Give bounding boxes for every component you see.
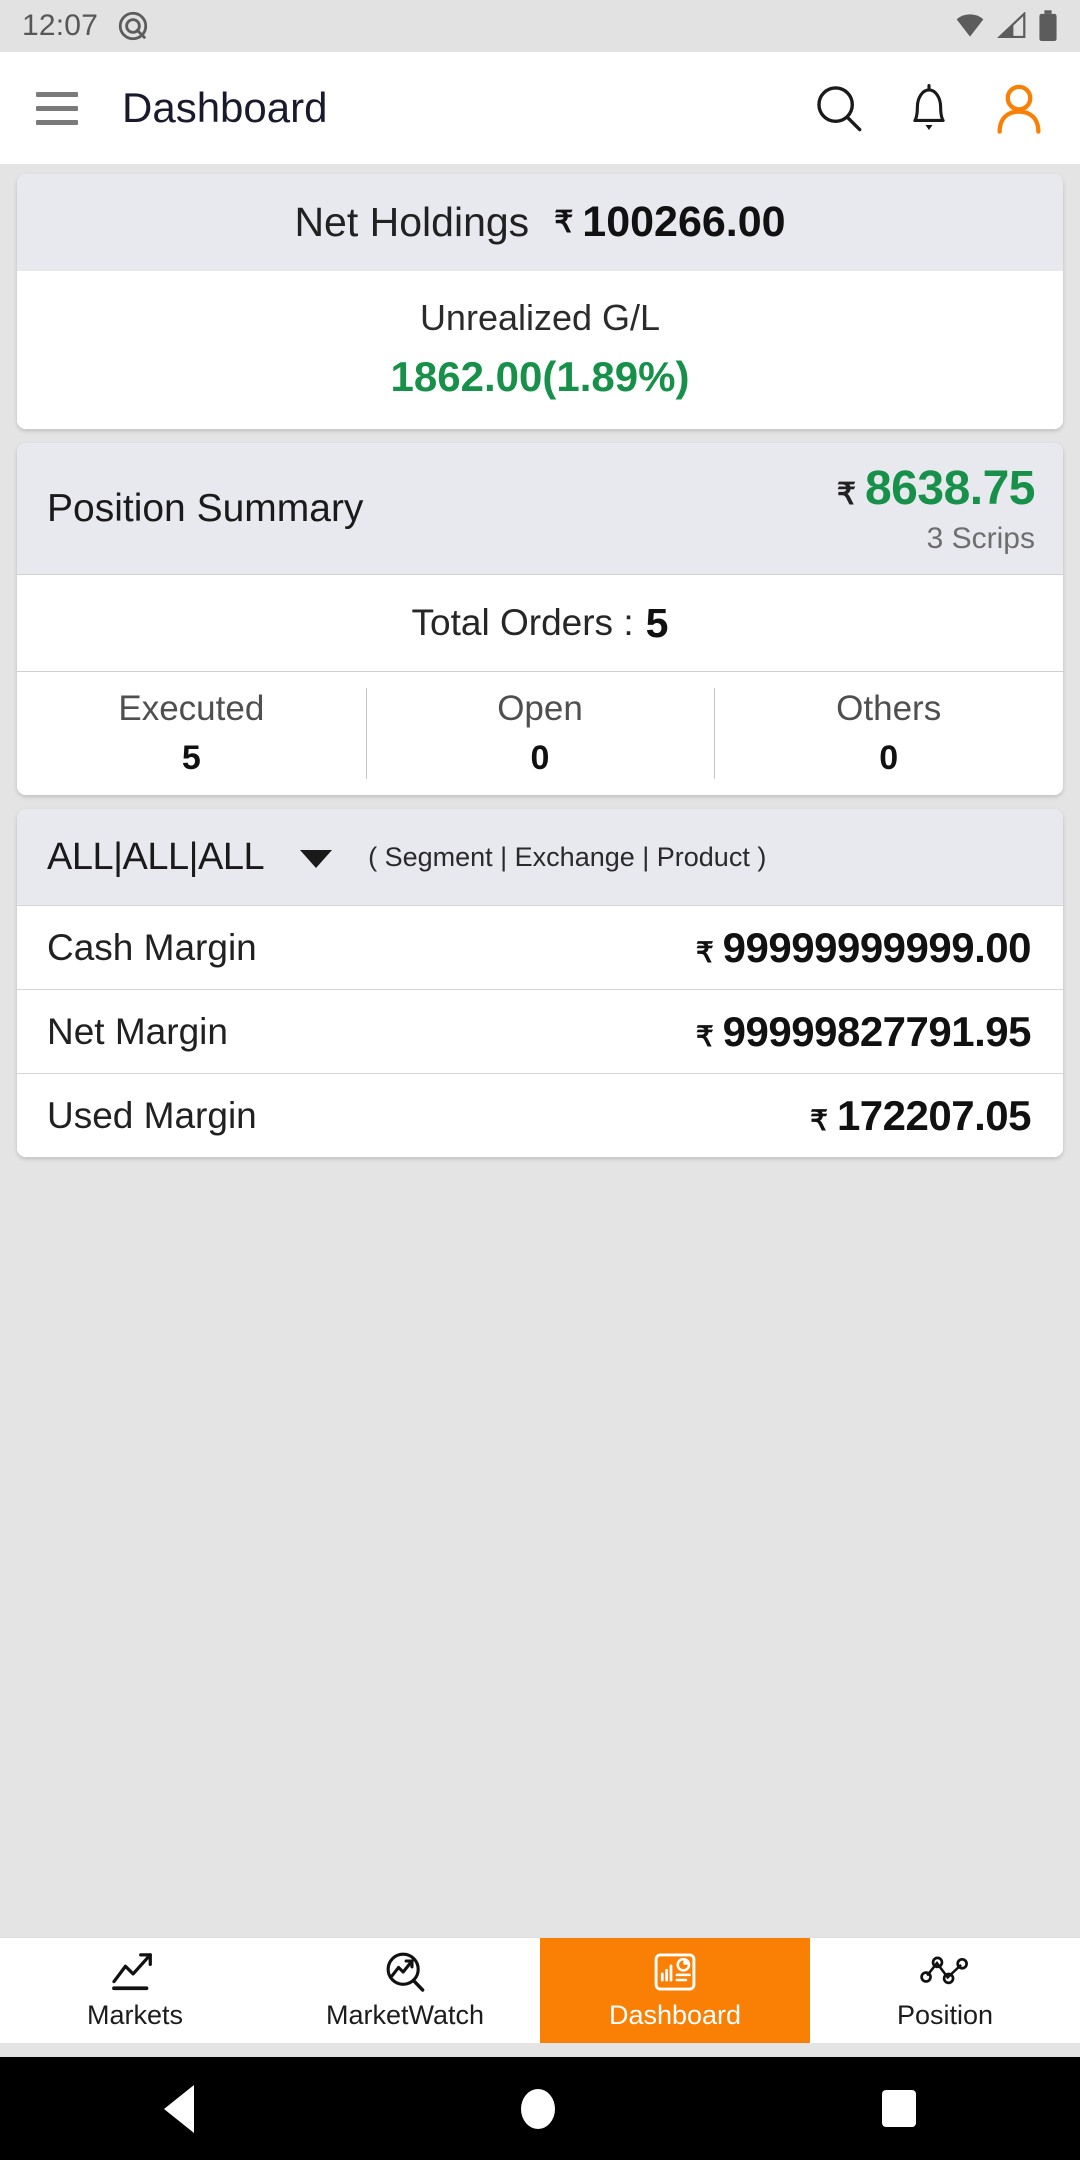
position-summary-title: Position Summary bbox=[47, 486, 364, 530]
trending-up-chart-icon bbox=[110, 1951, 160, 1993]
used-margin-label: Used Margin bbox=[47, 1094, 257, 1136]
bottom-navigation-bar: Markets MarketWatch Dashboard Position bbox=[0, 1937, 1080, 2043]
margin-filter-value: ALL|ALL|ALL bbox=[47, 835, 265, 878]
margin-filter-hint: ( Segment | Exchange | Product ) bbox=[368, 841, 767, 872]
nav-label-markets: Markets bbox=[86, 1999, 184, 2030]
orders-others-label: Others bbox=[836, 689, 942, 728]
position-summary-header[interactable]: Position Summary ₹ 8638.75 3 Scrips bbox=[17, 443, 1063, 574]
orders-open-value: 0 bbox=[530, 739, 550, 777]
nav-item-position[interactable]: Position bbox=[810, 1938, 1080, 2043]
orders-open-label: Open bbox=[497, 689, 583, 728]
margin-row-used: Used Margin ₹ 172207.05 bbox=[17, 1073, 1063, 1157]
rupee-symbol-icon: ₹ bbox=[695, 936, 714, 968]
app-bar: Dashboard bbox=[0, 52, 1080, 164]
margin-row-net: Net Margin ₹ 99999827791.95 bbox=[17, 989, 1063, 1073]
orders-executed-value: 5 bbox=[181, 739, 201, 777]
cash-margin-value: 99999999999.00 bbox=[722, 923, 1032, 971]
android-status-bar: 12:07 bbox=[0, 0, 1080, 52]
wifi-icon bbox=[956, 14, 984, 37]
back-triangle-icon[interactable] bbox=[163, 2084, 194, 2133]
rupee-symbol-icon: ₹ bbox=[810, 1104, 828, 1136]
nav-label-position: Position bbox=[896, 1999, 994, 2030]
android-system-nav bbox=[0, 2057, 1080, 2160]
nav-item-marketwatch[interactable]: MarketWatch bbox=[270, 1938, 540, 2043]
chevron-down-icon[interactable] bbox=[300, 850, 333, 868]
unrealized-gl-value: 1862.00(1.89%) bbox=[390, 353, 690, 400]
net-holdings-card: Net Holdings ₹ 100266.00 Unrealized G/L … bbox=[17, 174, 1063, 429]
net-holdings-value: 100266.00 bbox=[582, 198, 786, 246]
position-summary-card: Position Summary ₹ 8638.75 3 Scrips Tota… bbox=[17, 443, 1063, 795]
battery-icon bbox=[1039, 10, 1057, 41]
do-not-disturb-icon bbox=[118, 11, 148, 41]
margin-row-cash: Cash Margin ₹ 99999999999.00 bbox=[17, 905, 1063, 989]
orders-executed-cell[interactable]: Executed 5 bbox=[17, 672, 366, 795]
home-circle-icon[interactable] bbox=[520, 2088, 555, 2129]
net-margin-value: 99999827791.95 bbox=[722, 1007, 1032, 1055]
used-margin-value: 172207.05 bbox=[836, 1091, 1032, 1139]
position-summary-amount: 8638.75 bbox=[864, 462, 1036, 515]
dashboard-report-icon bbox=[653, 1951, 697, 1993]
unrealized-gl-label: Unrealized G/L bbox=[419, 297, 661, 338]
user-profile-icon[interactable] bbox=[992, 81, 1046, 135]
nav-label-dashboard: Dashboard bbox=[608, 1999, 742, 2030]
orders-open-cell[interactable]: Open 0 bbox=[365, 672, 715, 795]
status-bar-clock: 12:07 bbox=[22, 9, 99, 42]
position-summary-amount-group: ₹ 8638.75 3 Scrips bbox=[836, 461, 1036, 556]
total-orders-value: 5 bbox=[645, 599, 669, 646]
position-summary-scrips: 3 Scrips bbox=[926, 522, 1035, 555]
search-icon[interactable] bbox=[812, 81, 866, 135]
hamburger-menu-icon[interactable] bbox=[36, 91, 78, 125]
recent-square-icon[interactable] bbox=[882, 2090, 917, 2127]
page-title: Dashboard bbox=[122, 84, 328, 131]
signal-icon bbox=[997, 12, 1026, 38]
total-orders-row[interactable]: Total Orders : 5 bbox=[17, 574, 1063, 671]
orders-others-value: 0 bbox=[879, 739, 899, 777]
bell-icon[interactable] bbox=[904, 81, 954, 135]
orders-others-cell[interactable]: Others 0 bbox=[714, 672, 1063, 795]
rupee-symbol-icon: ₹ bbox=[554, 206, 574, 239]
nav-item-markets[interactable]: Markets bbox=[0, 1938, 270, 2043]
app-bar-actions bbox=[812, 81, 1046, 135]
margin-filter-row[interactable]: ALL|ALL|ALL ( Segment | Exchange | Produ… bbox=[17, 809, 1063, 905]
cash-margin-label: Cash Margin bbox=[47, 926, 257, 968]
net-holdings-header[interactable]: Net Holdings ₹ 100266.00 bbox=[17, 174, 1063, 271]
chart-magnifier-icon bbox=[381, 1951, 429, 1993]
net-margin-label: Net Margin bbox=[47, 1010, 228, 1052]
rupee-symbol-icon: ₹ bbox=[836, 478, 856, 511]
status-bar-left-icons bbox=[116, 9, 150, 43]
bottom-nav-gap bbox=[0, 2043, 1080, 2057]
status-bar-right-icons bbox=[954, 10, 1058, 42]
dashboard-content: Net Holdings ₹ 100266.00 Unrealized G/L … bbox=[0, 164, 1080, 1893]
nav-item-dashboard[interactable]: Dashboard bbox=[540, 1938, 810, 2043]
orders-breakdown-row: Executed 5 Open 0 Others 0 bbox=[17, 671, 1063, 795]
rupee-symbol-icon: ₹ bbox=[695, 1020, 714, 1052]
nav-label-marketwatch: MarketWatch bbox=[325, 1999, 485, 2030]
unrealized-gl-block: Unrealized G/L 1862.00(1.89%) bbox=[17, 271, 1063, 429]
total-orders-label: Total Orders : bbox=[411, 602, 634, 643]
net-holdings-label: Net Holdings bbox=[294, 199, 530, 245]
orders-executed-label: Executed bbox=[118, 689, 265, 728]
margin-card: ALL|ALL|ALL ( Segment | Exchange | Produ… bbox=[17, 809, 1063, 1157]
scatter-nodes-icon bbox=[920, 1951, 970, 1993]
